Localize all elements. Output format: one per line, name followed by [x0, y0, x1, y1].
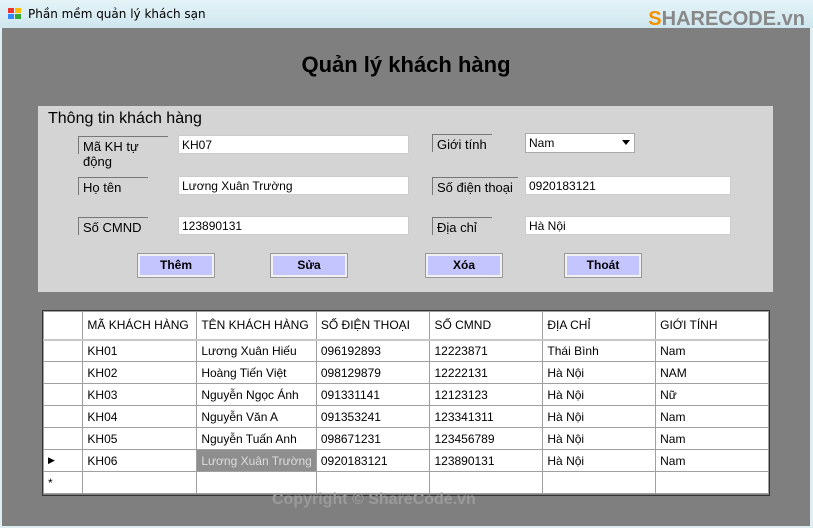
table-cell[interactable]: 0920183121: [315, 449, 431, 472]
table-cell[interactable]: Nguyễn Văn A: [196, 405, 317, 428]
table-cell[interactable]: 098129879: [315, 361, 431, 384]
gioitinh-value: Nam: [529, 136, 555, 150]
table-row[interactable]: KH04 Nguyễn Văn A 091353241 123341311 Hà Nội…: [42, 405, 769, 428]
sdt-input[interactable]: 0920183121: [525, 176, 731, 195]
table-cell[interactable]: Nam: [655, 405, 769, 428]
them-button[interactable]: Thêm: [137, 253, 215, 278]
table-cell[interactable]: 096192893: [315, 339, 431, 362]
table-cell[interactable]: KH02: [82, 361, 198, 384]
col-ma[interactable]: MÃ KHÁCH HÀNG: [82, 311, 198, 341]
row-header[interactable]: ▶: [42, 449, 84, 472]
table-cell[interactable]: KH01: [82, 339, 198, 362]
row-header[interactable]: [42, 361, 84, 384]
table-cell[interactable]: 091331141: [315, 383, 431, 406]
cmnd-input[interactable]: 123890131: [178, 216, 409, 235]
customer-grid[interactable]: MÃ KHÁCH HÀNG TÊN KHÁCH HÀNG SỐ ĐIỆN THO…: [42, 310, 770, 496]
table-cell[interactable]: Nguyễn Tuấn Anh: [196, 427, 317, 450]
app-icon: [8, 8, 21, 20]
diachi-input[interactable]: Hà Nội: [525, 216, 731, 235]
sdt-label: Số điện thoại: [432, 177, 518, 195]
table-cell[interactable]: Hà Nội: [542, 405, 657, 428]
table-cell[interactable]: KH06: [82, 449, 198, 472]
copyright-watermark: Copyright © ShareCode.vn: [272, 491, 476, 508]
table-cell[interactable]: Hà Nội: [542, 383, 657, 406]
table-cell[interactable]: KH05: [82, 427, 198, 450]
table-cell[interactable]: Nguyễn Ngọc Ánh: [196, 383, 317, 406]
row-header-corner: [42, 311, 84, 341]
table-cell[interactable]: Nam: [655, 427, 769, 450]
table-row[interactable]: KH01 Lương Xuân Hiếu 096192893 12223871 Thái…: [42, 339, 769, 362]
window-title: Phần mềm quản lý khách sạn: [28, 7, 206, 21]
table-row[interactable]: KH05 Nguyễn Tuấn Anh 098671231 123456789 Hà …: [42, 427, 769, 450]
table-cell[interactable]: 091353241: [315, 405, 431, 428]
sua-button[interactable]: Sửa: [270, 253, 348, 278]
table-row[interactable]: KH02 Hoàng Tiến Việt 098129879 12222131 Hà N…: [42, 361, 769, 384]
table-cell[interactable]: Nam: [655, 449, 769, 472]
gioitinh-label: Giới tính: [432, 134, 492, 152]
thoat-button[interactable]: Thoát: [564, 253, 642, 278]
page-title: Quản lý khách hàng: [301, 52, 511, 77]
col-ten[interactable]: TÊN KHÁCH HÀNG: [196, 311, 317, 341]
table-cell[interactable]: KH03: [82, 383, 198, 406]
row-header[interactable]: [42, 405, 84, 428]
table-cell[interactable]: [82, 471, 198, 494]
hoten-input[interactable]: Lương Xuân Trường: [178, 176, 409, 195]
table-cell[interactable]: 12223871: [429, 339, 544, 362]
table-cell[interactable]: Nữ: [655, 383, 769, 406]
cmnd-label: Số CMND: [78, 217, 148, 235]
col-diachi[interactable]: ĐỊA CHỈ: [542, 311, 657, 341]
table-cell[interactable]: 098671231: [315, 427, 431, 450]
col-gioitinh[interactable]: GIỚI TÍNH: [655, 311, 769, 341]
table-cell[interactable]: [542, 471, 657, 494]
table-cell[interactable]: Hà Nội: [542, 449, 657, 472]
table-row[interactable]: KH03 Nguyễn Ngọc Ánh 091331141 12123123 Hà N…: [42, 383, 769, 406]
table-cell[interactable]: 123456789: [429, 427, 544, 450]
table-cell[interactable]: NAM: [655, 361, 769, 384]
group-title: Thông tin khách hàng: [48, 110, 202, 127]
table-cell[interactable]: Hà Nội: [542, 361, 657, 384]
table-cell[interactable]: Hà Nội: [542, 427, 657, 450]
main-form: Quản lý khách hàng Thông tin khách hàng …: [2, 28, 810, 526]
row-header[interactable]: [42, 383, 84, 406]
table-cell[interactable]: Lương Xuân Trường: [196, 449, 317, 472]
ma-label: Mã KH tự động: [78, 136, 168, 169]
customer-info-group: Thông tin khách hàng Mã KH tự động KH07 …: [38, 106, 773, 292]
xoa-button[interactable]: Xóa: [425, 253, 503, 278]
new-row-marker[interactable]: *: [42, 471, 84, 494]
table-cell[interactable]: Lương Xuân Hiếu: [196, 339, 317, 362]
table-cell[interactable]: Hoàng Tiến Việt: [196, 361, 317, 384]
grid-header: MÃ KHÁCH HÀNG TÊN KHÁCH HÀNG SỐ ĐIỆN THO…: [42, 311, 769, 341]
chevron-down-icon: [622, 140, 630, 145]
table-row[interactable]: ▶ KH06 Lương Xuân Trường 0920183121 12389013…: [42, 449, 769, 472]
row-header[interactable]: [42, 427, 84, 450]
table-cell[interactable]: 12222131: [429, 361, 544, 384]
table-cell[interactable]: KH04: [82, 405, 198, 428]
title-bar: Phần mềm quản lý khách sạn SHARECODE.vn: [0, 0, 813, 30]
table-cell[interactable]: 123341311: [429, 405, 544, 428]
table-cell[interactable]: 123890131: [429, 449, 544, 472]
gioitinh-select[interactable]: Nam: [525, 133, 635, 153]
ma-input[interactable]: KH07: [178, 135, 409, 154]
diachi-label: Địa chỉ: [432, 217, 492, 235]
hoten-label: Họ tên: [78, 177, 148, 195]
table-cell[interactable]: [655, 471, 769, 494]
table-cell[interactable]: Nam: [655, 339, 769, 362]
col-sdt[interactable]: SỐ ĐIỆN THOẠI: [315, 311, 431, 341]
row-header[interactable]: [42, 339, 84, 362]
table-cell[interactable]: 12123123: [429, 383, 544, 406]
table-cell[interactable]: Thái Bình: [542, 339, 657, 362]
col-cmnd[interactable]: SỐ CMND: [429, 311, 544, 341]
